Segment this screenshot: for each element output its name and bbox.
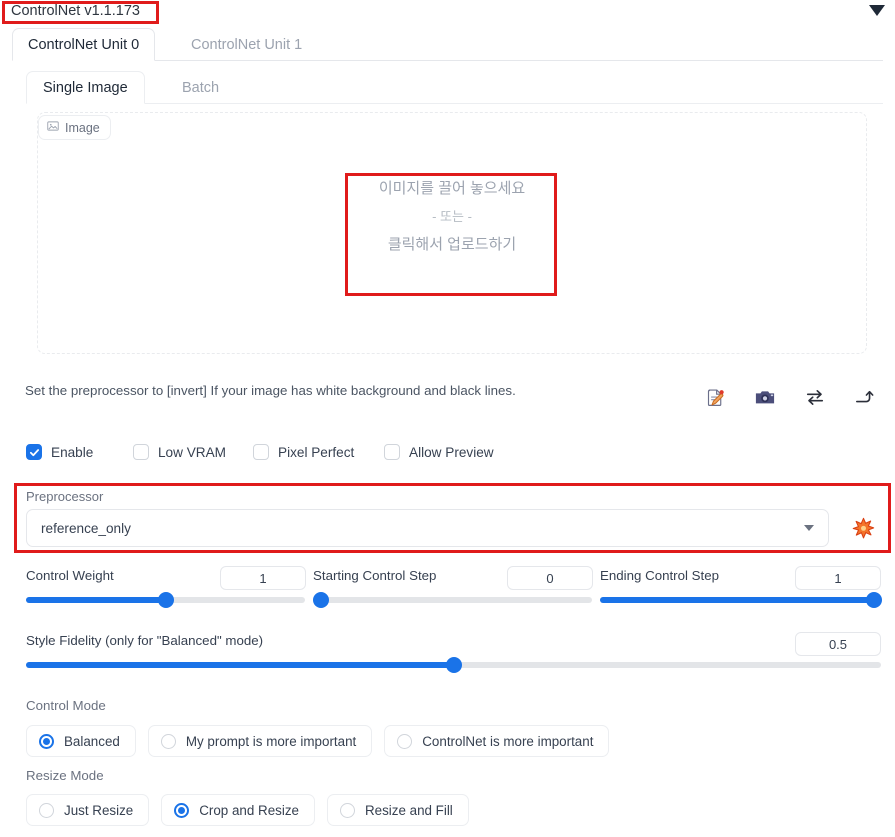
slider-label: Style Fidelity (only for "Balanced" mode… (26, 633, 264, 648)
radio-label: Just Resize (64, 802, 134, 818)
checkbox-box[interactable] (384, 444, 400, 460)
chevron-down-icon[interactable] (804, 525, 814, 531)
controlnet-panel: ControlNet v1.1.173 ControlNet Unit 0 Co… (0, 0, 895, 837)
checkbox-allow-preview[interactable]: Allow Preview (384, 444, 494, 460)
tab-single-image[interactable]: Single Image (26, 71, 145, 104)
preprocessor-select[interactable]: reference_only (26, 509, 829, 547)
tab-controlnet-unit-0[interactable]: ControlNet Unit 0 (12, 28, 156, 61)
slider-track[interactable] (26, 592, 305, 608)
slider-track[interactable] (26, 657, 881, 673)
slider-label: Control Weight (26, 568, 114, 583)
checkbox-box[interactable] (26, 444, 42, 460)
checkbox-enable[interactable]: Enable (26, 444, 133, 460)
slider-thumb[interactable] (313, 592, 330, 608)
preprocessor-hint: Set the preprocessor to [invert] If your… (25, 383, 516, 398)
webcam-icon[interactable] (747, 380, 783, 414)
mode-tab-bar: Single Image Batch (26, 71, 883, 104)
slider-value-input[interactable]: 1 (220, 566, 306, 590)
preprocessor-label: Preprocessor (26, 489, 104, 504)
slider-track[interactable] (600, 592, 882, 608)
edit-image-icon[interactable] (697, 380, 733, 414)
slider-thumb[interactable] (445, 657, 462, 673)
radio-resize-and-fill[interactable]: Resize and Fill (326, 794, 469, 826)
checkbox-box[interactable] (253, 444, 269, 460)
swap-arrows-icon[interactable] (797, 380, 833, 414)
slider-fill (600, 597, 881, 603)
control-mode-radio-group: Balanced My prompt is more important Con… (26, 725, 610, 757)
checkbox-low-vram[interactable]: Low VRAM (133, 444, 253, 460)
tab-batch[interactable]: Batch (166, 71, 235, 104)
picture-icon (47, 120, 59, 135)
image-action-icons (697, 380, 883, 414)
radio-label: My prompt is more important (185, 733, 357, 749)
slider-label: Ending Control Step (600, 568, 720, 583)
slider-thumb[interactable] (865, 592, 882, 608)
control-mode-label: Control Mode (26, 698, 106, 713)
slider-value-input[interactable]: 1 (795, 566, 881, 590)
radio-dot[interactable] (397, 733, 413, 749)
checkbox-label: Allow Preview (409, 444, 494, 460)
radio-dot[interactable] (339, 802, 355, 818)
resize-mode-label: Resize Mode (26, 768, 104, 783)
page-title: ControlNet v1.1.173 (11, 3, 140, 19)
slider-label: Starting Control Step (313, 568, 437, 583)
radio-balanced[interactable]: Balanced (26, 725, 136, 757)
radio-my-prompt-is-more-important[interactable]: My prompt is more important (147, 725, 373, 757)
tab-controlnet-unit-1[interactable]: ControlNet Unit 1 (176, 28, 317, 61)
slider-thumb[interactable] (157, 592, 174, 608)
tab-label: Batch (182, 79, 220, 96)
resize-mode-radio-group: Just Resize Crop and Resize Resize and F… (26, 794, 469, 826)
radio-controlnet-is-more-important[interactable]: ControlNet is more important (384, 725, 610, 757)
options-checkbox-row: Enable Low VRAM Pixel Perfect Allow Prev… (26, 444, 494, 460)
radio-dot[interactable] (174, 802, 190, 818)
tab-label: ControlNet Unit 1 (191, 36, 303, 53)
checkbox-pixel-perfect[interactable]: Pixel Perfect (253, 444, 384, 460)
chevron-down-triangle-icon[interactable] (869, 5, 885, 16)
send-arrow-icon[interactable] (847, 380, 883, 414)
image-chip-label: Image (65, 120, 100, 135)
radio-crop-and-resize[interactable]: Crop and Resize (161, 794, 315, 826)
checkbox-box[interactable] (133, 444, 149, 460)
panel-header: ControlNet v1.1.173 (0, 0, 895, 24)
dropzone-line-3: 클릭해서 업로드하기 (387, 236, 517, 253)
dropzone-line-1: 이미지를 끌어 놓으세요 (378, 180, 526, 197)
image-chip[interactable]: Image (38, 115, 111, 140)
unit-tab-bar: ControlNet Unit 0 ControlNet Unit 1 (12, 28, 883, 61)
radio-label: ControlNet is more important (422, 733, 594, 749)
checkbox-label: Pixel Perfect (278, 444, 355, 460)
radio-just-resize[interactable]: Just Resize (26, 794, 150, 826)
radio-label: Balanced (64, 733, 120, 749)
tab-label: ControlNet Unit 0 (28, 36, 140, 53)
checkbox-label: Low VRAM (158, 444, 226, 460)
radio-label: Crop and Resize (199, 802, 299, 818)
explosion-icon[interactable] (848, 513, 878, 543)
radio-dot[interactable] (39, 802, 54, 818)
dropzone-instructions: 이미지를 끌어 놓으세요 - 또는 - 클릭해서 업로드하기 (379, 175, 525, 259)
radio-dot[interactable] (39, 733, 54, 749)
tab-label: Single Image (43, 79, 128, 96)
radio-label: Resize and Fill (364, 802, 453, 818)
slider-value-input[interactable]: 0 (507, 566, 593, 590)
radio-dot[interactable] (160, 733, 176, 749)
preprocessor-value: reference_only (41, 520, 131, 536)
slider-fill (26, 662, 454, 668)
slider-fill (26, 597, 166, 603)
checkbox-label: Enable (51, 444, 94, 460)
slider-track[interactable] (313, 592, 592, 608)
slider-value-input[interactable]: 0.5 (795, 632, 881, 656)
dropzone-line-2: - 또는 - (432, 209, 472, 224)
image-dropzone[interactable]: Image 이미지를 끌어 놓으세요 - 또는 - 클릭해서 업로드하기 (37, 112, 867, 354)
